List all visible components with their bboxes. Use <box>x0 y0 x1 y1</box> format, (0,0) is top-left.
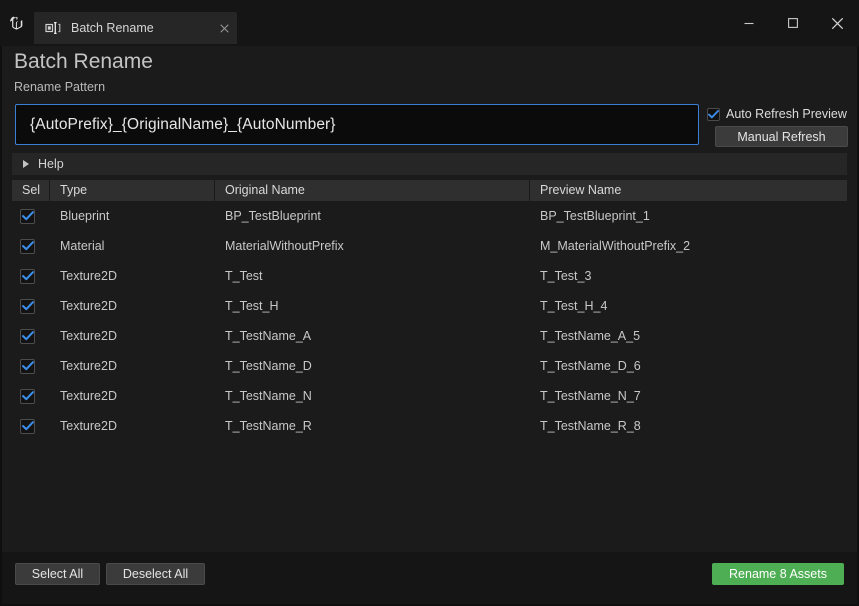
auto-refresh-preview-label: Auto Refresh Preview <box>726 107 847 121</box>
select-all-button[interactable]: Select All <box>15 563 100 585</box>
unreal-engine-logo-icon <box>0 0 34 46</box>
auto-refresh-preview-checkbox[interactable]: Auto Refresh Preview <box>707 107 847 121</box>
dialog-body: Batch Rename Rename Pattern {AutoPrefix}… <box>0 46 859 606</box>
cell-preview-name: T_Test_3 <box>540 269 592 283</box>
cell-preview-name: M_MaterialWithoutPrefix_2 <box>540 239 691 253</box>
check-icon <box>21 301 34 311</box>
checkbox-box <box>20 298 35 314</box>
check-icon <box>21 361 34 371</box>
manual-refresh-button[interactable]: Manual Refresh <box>715 126 848 147</box>
help-label: Help <box>38 157 64 171</box>
check-icon <box>21 331 34 341</box>
cell-type: Material <box>60 239 105 253</box>
cell-original-name: BP_TestBlueprint <box>225 209 321 223</box>
help-expander[interactable]: Help <box>12 153 847 175</box>
cell-preview-name: T_TestName_N_7 <box>540 389 641 403</box>
table-row[interactable]: Texture2D T_Test_H T_Test_H_4 <box>12 291 847 321</box>
rename-cursor-icon <box>44 19 62 37</box>
check-icon <box>708 109 719 118</box>
rename-assets-button[interactable]: Rename 8 Assets <box>712 563 844 585</box>
cell-type: Texture2D <box>60 269 117 283</box>
table-row[interactable]: Texture2D T_TestName_A T_TestName_A_5 <box>12 321 847 351</box>
check-icon <box>21 391 34 401</box>
row-select-checkbox[interactable] <box>12 328 50 344</box>
checkbox-box <box>20 208 35 224</box>
check-icon <box>21 271 34 281</box>
check-icon <box>21 241 34 251</box>
footer-bar: Select All Deselect All Rename 8 Assets <box>2 552 857 604</box>
row-select-checkbox[interactable] <box>12 298 50 314</box>
cell-type: Blueprint <box>60 209 110 223</box>
column-header-preview-name[interactable]: Preview Name <box>530 180 847 201</box>
cell-type: Texture2D <box>60 299 117 313</box>
title-bar: Batch Rename <box>0 0 859 46</box>
close-button[interactable] <box>815 0 859 46</box>
check-icon <box>21 421 34 431</box>
table-row[interactable]: Texture2D T_TestName_N T_TestName_N_7 <box>12 381 847 411</box>
tab-close-icon[interactable] <box>211 12 237 44</box>
maximize-button[interactable] <box>771 0 815 46</box>
tab-title: Batch Rename <box>71 21 154 35</box>
check-icon <box>21 211 34 221</box>
cell-original-name: T_Test_H <box>225 299 279 313</box>
cell-preview-name: T_TestName_R_8 <box>540 419 641 433</box>
cell-type: Texture2D <box>60 329 117 343</box>
checkbox-box <box>20 388 35 404</box>
tab-batch-rename[interactable]: Batch Rename <box>34 12 237 44</box>
row-select-checkbox[interactable] <box>12 268 50 284</box>
checkbox-box <box>20 238 35 254</box>
chevron-right-icon <box>23 160 29 168</box>
rename-pattern-label: Rename Pattern <box>14 80 106 94</box>
checkbox-box <box>20 268 35 284</box>
cell-original-name: T_TestName_R <box>225 419 312 433</box>
cell-type: Texture2D <box>60 419 117 433</box>
cell-original-name: MaterialWithoutPrefix <box>225 239 344 253</box>
table-body: Blueprint BP_TestBlueprint BP_TestBlueprin… <box>12 201 847 441</box>
cell-preview-name: T_Test_H_4 <box>540 299 608 313</box>
table-row[interactable]: Texture2D T_TestName_R T_TestName_R_8 <box>12 411 847 441</box>
row-select-checkbox[interactable] <box>12 208 50 224</box>
checkbox-box <box>20 358 35 374</box>
cell-preview-name: BP_TestBlueprint_1 <box>540 209 650 223</box>
page-title: Batch Rename <box>14 50 153 73</box>
minimize-button[interactable] <box>727 0 771 46</box>
cell-preview-name: T_TestName_A_5 <box>540 329 641 343</box>
deselect-all-button[interactable]: Deselect All <box>106 563 205 585</box>
table-row[interactable]: Texture2D T_TestName_D T_TestName_D_6 <box>12 351 847 381</box>
table-row[interactable]: Blueprint BP_TestBlueprint BP_TestBlueprin… <box>12 201 847 231</box>
cell-original-name: T_TestName_A <box>225 329 312 343</box>
cell-original-name: T_Test <box>225 269 263 283</box>
table-row[interactable]: Texture2D T_Test T_Test_3 <box>12 261 847 291</box>
cell-type: Texture2D <box>60 389 117 403</box>
cell-original-name: T_TestName_N <box>225 389 312 403</box>
column-header-type[interactable]: Type <box>50 180 215 201</box>
rename-pattern-input[interactable]: {AutoPrefix}_{OriginalName}_{AutoNumber} <box>15 104 699 145</box>
cell-preview-name: T_TestName_D_6 <box>540 359 641 373</box>
column-header-sel[interactable]: Sel <box>12 180 50 201</box>
row-select-checkbox[interactable] <box>12 238 50 254</box>
window-controls <box>727 0 859 46</box>
table-header-row: Sel Type Original Name Preview Name <box>12 180 847 201</box>
table-row[interactable]: Material MaterialWithoutPrefix M_MaterialW… <box>12 231 847 261</box>
assets-table: Sel Type Original Name Preview Name Blue… <box>12 180 847 548</box>
row-select-checkbox[interactable] <box>12 388 50 404</box>
cell-original-name: T_TestName_D <box>225 359 312 373</box>
row-select-checkbox[interactable] <box>12 418 50 434</box>
checkbox-box <box>20 418 35 434</box>
rename-pattern-value: {AutoPrefix}_{OriginalName}_{AutoNumber} <box>30 115 336 133</box>
checkbox-box <box>707 107 720 121</box>
column-header-original-name[interactable]: Original Name <box>215 180 530 201</box>
checkbox-box <box>20 328 35 344</box>
cell-type: Texture2D <box>60 359 117 373</box>
row-select-checkbox[interactable] <box>12 358 50 374</box>
